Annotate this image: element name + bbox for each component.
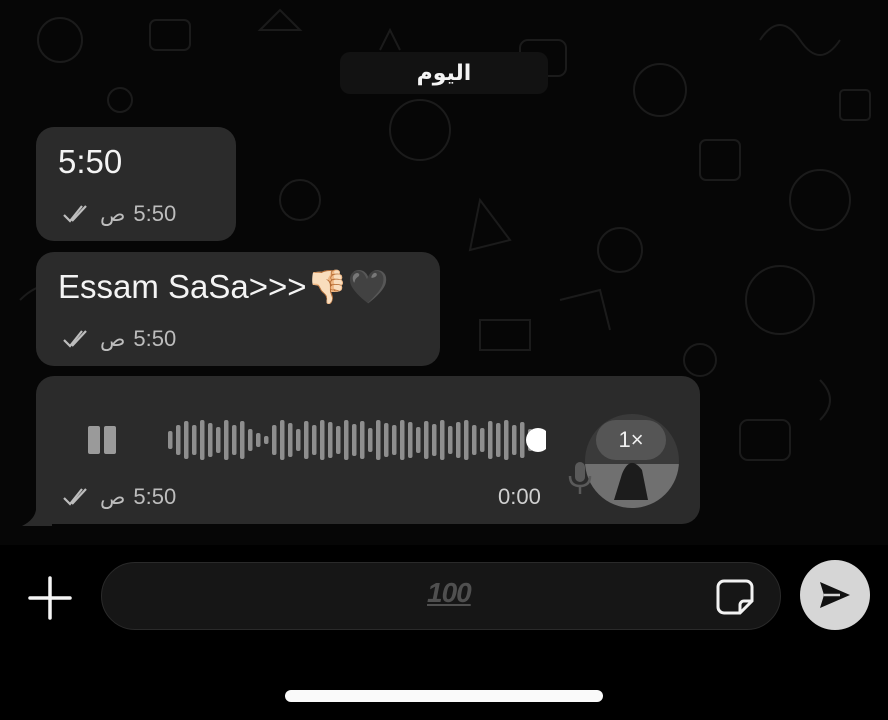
waveform-bar	[328, 422, 333, 458]
double-check-icon	[63, 205, 87, 223]
waveform-bar	[168, 431, 173, 449]
waveform-bar	[272, 425, 277, 455]
message-meta: ص 5:50	[62, 201, 176, 227]
waveform-bar	[368, 428, 373, 452]
waveform-bar	[440, 420, 445, 460]
plus-icon[interactable]	[26, 574, 74, 622]
message-ampm: ص	[100, 485, 126, 509]
waveform-bar	[240, 421, 245, 459]
waveform-bar	[360, 421, 365, 459]
waveform-bar	[496, 423, 501, 457]
home-indicator	[285, 690, 603, 702]
waveform-bar	[456, 422, 461, 458]
waveform-bar	[232, 425, 237, 455]
message-time: 5:50	[133, 201, 177, 226]
hundred-points-icon: 100	[427, 577, 472, 608]
waveform-bar	[392, 425, 397, 455]
message-meta: ص 5:50	[62, 326, 176, 352]
message-ampm: ص	[100, 327, 126, 351]
waveform-bar	[416, 427, 421, 453]
waveform-bar	[312, 425, 317, 455]
message-text: Essam SaSa>>>👎🏻🖤	[58, 268, 389, 305]
double-check-icon	[63, 488, 87, 506]
waveform-bar	[192, 425, 197, 455]
waveform-bar	[520, 422, 525, 458]
waveform-bar	[448, 426, 453, 454]
waveform-bar	[488, 421, 493, 459]
voice-message-bubble[interactable]: ص 5:50 0:00 1×	[36, 376, 700, 524]
waveform-bar	[480, 428, 485, 452]
send-icon	[820, 582, 850, 608]
waveform-bar	[256, 433, 261, 447]
message-time: 5:50	[133, 484, 177, 509]
message-time: 5:50	[133, 326, 177, 351]
waveform-bar	[264, 436, 269, 444]
waveform-bar	[464, 420, 469, 460]
message-ampm: ص	[100, 202, 126, 226]
waveform-bar	[304, 421, 309, 459]
waveform-bar	[512, 425, 517, 455]
waveform-bar	[280, 420, 285, 460]
message-bubble[interactable]: Essam SaSa>>>👎🏻🖤 ص 5:50	[36, 252, 440, 366]
sticker-icon[interactable]	[716, 577, 756, 617]
waveform-bar	[408, 422, 413, 458]
waveform-bar	[352, 424, 357, 456]
waveform-bar	[472, 425, 477, 455]
waveform-bar	[184, 421, 189, 459]
voice-duration: 0:00	[498, 484, 541, 509]
voice-message-meta: ص 5:50	[62, 484, 176, 510]
waveform-bar	[200, 420, 205, 460]
waveform-bar	[296, 429, 301, 451]
send-button[interactable]	[800, 560, 870, 630]
double-check-icon	[63, 330, 87, 348]
waveform-bar	[384, 423, 389, 457]
waveform-bar	[432, 424, 437, 456]
waveform-bar	[400, 420, 405, 460]
waveform-bar	[288, 423, 293, 457]
waveform-bar	[208, 423, 213, 457]
waveform-bar	[336, 426, 341, 454]
waveform-bar	[224, 420, 229, 460]
waveform-bar	[176, 425, 181, 455]
waveform-bar	[344, 420, 349, 460]
mic-icon	[568, 462, 592, 494]
playback-speed-button[interactable]: 1×	[596, 420, 666, 460]
waveform-bar	[504, 420, 509, 460]
voice-waveform[interactable]	[166, 414, 546, 466]
waveform-bar	[248, 429, 253, 451]
waveform-bar	[320, 420, 325, 460]
waveform-bar	[376, 420, 381, 460]
waveform-bar	[216, 427, 221, 453]
message-text: 5:50	[58, 143, 123, 180]
message-bubble[interactable]: 5:50 ص 5:50	[36, 127, 236, 241]
waveform-bar	[424, 421, 429, 459]
pause-icon[interactable]	[82, 420, 126, 460]
date-separator: اليوم	[340, 52, 548, 94]
